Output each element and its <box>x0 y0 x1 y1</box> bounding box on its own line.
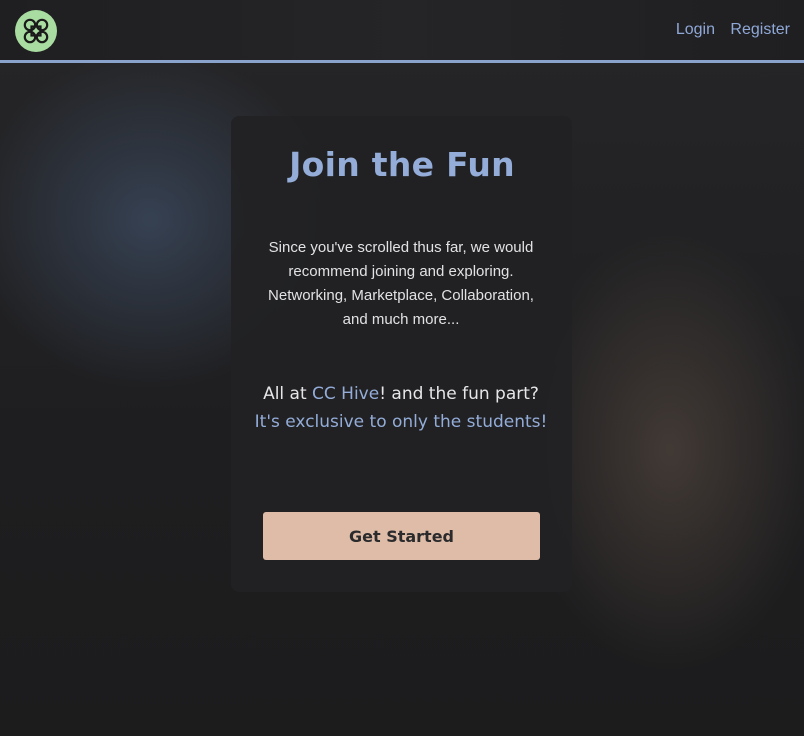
exclusive-message: All at CC Hive! and the fun part? It's e… <box>246 380 556 436</box>
card-title: Join the Fun <box>289 145 515 184</box>
register-link[interactable]: Register <box>730 21 790 39</box>
exclusive-note: It's exclusive to only the students! <box>254 412 548 432</box>
line-suffix: ! and the fun part? <box>379 384 539 404</box>
login-link[interactable]: Login <box>676 21 715 39</box>
get-started-button[interactable]: Get Started <box>263 512 540 560</box>
knot-logo-icon <box>23 18 49 44</box>
brand-name: CC Hive <box>312 384 380 404</box>
top-navbar: Login Register <box>0 0 804 63</box>
card-description: Since you've scrolled thus far, we would… <box>268 239 534 328</box>
page: Login Register Join the Fun Since you've… <box>0 0 804 736</box>
line-prefix: All at <box>263 384 313 404</box>
site-logo[interactable] <box>15 10 57 52</box>
